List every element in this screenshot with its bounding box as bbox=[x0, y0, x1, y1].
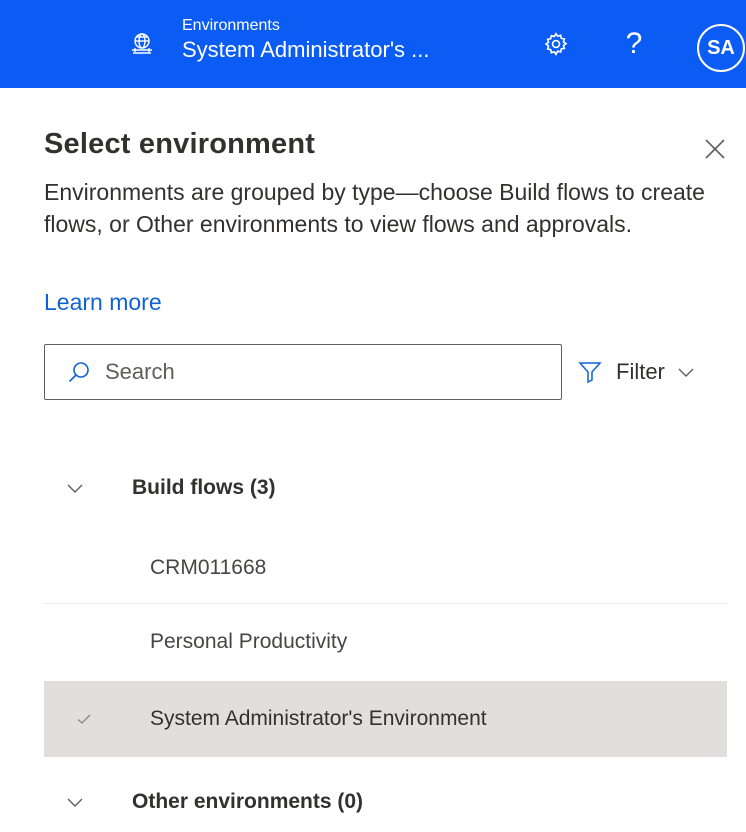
funnel-icon bbox=[578, 360, 602, 384]
checkmark-icon bbox=[74, 709, 94, 729]
search-box[interactable] bbox=[44, 344, 562, 400]
check-placeholder bbox=[74, 558, 94, 578]
environment-item-label: Personal Productivity bbox=[150, 630, 348, 653]
environment-caption: Environments bbox=[182, 17, 280, 34]
filter-button[interactable]: Filter bbox=[578, 352, 695, 392]
environment-switcher-button[interactable]: Environments System Administrator's ... bbox=[130, 12, 430, 74]
group-header-build-flows[interactable]: Build flows (3) bbox=[44, 458, 727, 518]
learn-more-link[interactable]: Learn more bbox=[44, 286, 162, 318]
environment-globe-icon bbox=[130, 31, 154, 55]
group-label: Build flows (3) bbox=[132, 476, 276, 499]
help-button[interactable]: ? bbox=[614, 22, 654, 66]
chevron-down-icon bbox=[66, 793, 84, 811]
search-input[interactable] bbox=[105, 352, 525, 392]
check-placeholder bbox=[74, 632, 94, 652]
search-icon bbox=[67, 360, 91, 384]
gear-icon bbox=[543, 31, 569, 62]
filter-label: Filter bbox=[616, 359, 665, 384]
user-avatar[interactable]: SA bbox=[697, 24, 745, 72]
environment-item-label: CRM011668 bbox=[150, 555, 267, 579]
panel-description: Environments are grouped by type—choose … bbox=[44, 179, 705, 237]
top-header-bar: Environments System Administrator's ... … bbox=[0, 0, 746, 88]
environment-item-crm011668[interactable]: CRM011668 bbox=[44, 532, 727, 604]
chevron-down-icon bbox=[66, 479, 84, 497]
environment-switcher-text: Environments System Administrator's ... bbox=[182, 17, 430, 64]
help-question-icon: ? bbox=[625, 27, 643, 60]
current-environment-name: System Administrator's ... bbox=[182, 37, 430, 62]
environment-item-personal-productivity[interactable]: Personal Productivity bbox=[44, 604, 727, 680]
group-header-other-environments[interactable]: Other environments (0) bbox=[44, 772, 727, 832]
close-panel-button[interactable] bbox=[700, 134, 730, 164]
chevron-down-icon bbox=[677, 363, 695, 381]
environment-item-system-administrator[interactable]: System Administrator's Environment bbox=[44, 681, 727, 757]
settings-button[interactable] bbox=[536, 26, 576, 66]
group-label: Other environments (0) bbox=[132, 790, 364, 813]
close-icon bbox=[700, 139, 730, 168]
environment-item-label: System Administrator's Environment bbox=[150, 707, 487, 730]
panel-title: Select environment bbox=[44, 128, 316, 160]
